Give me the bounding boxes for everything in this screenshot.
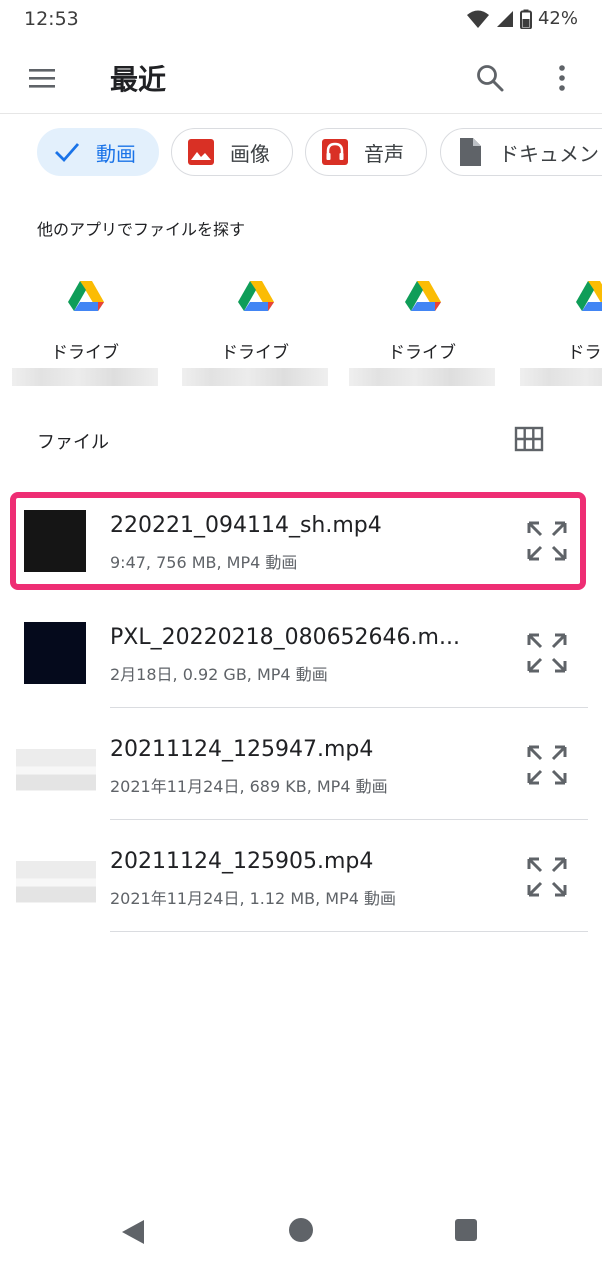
- account-blurred: [12, 368, 158, 386]
- google-drive-icon: [576, 281, 602, 311]
- chip-videos[interactable]: 動画: [37, 128, 159, 176]
- image-icon: [186, 137, 216, 167]
- file-name: PXL_20220218_080652646.m...: [110, 625, 460, 650]
- file-row[interactable]: 20211124_125905.mp4 2021年11月24日, 1.12 MB…: [0, 821, 602, 933]
- account-blurred: [349, 368, 495, 386]
- file-meta: 2021年11月24日, 1.12 MB, MP4 動画: [110, 889, 396, 908]
- files-heading: ファイル: [37, 432, 109, 453]
- search-button[interactable]: [470, 58, 510, 98]
- fullscreen-expand-icon: [527, 857, 567, 897]
- grid-view-icon: [514, 426, 544, 452]
- expand-preview-button[interactable]: [526, 744, 568, 786]
- other-apps-heading: 他のアプリでファイルを探す: [37, 220, 246, 239]
- menu-button[interactable]: [22, 58, 62, 98]
- recents-square-icon[interactable]: [455, 1219, 477, 1241]
- fullscreen-expand-icon: [527, 633, 567, 673]
- file-row[interactable]: PXL_20220218_080652646.m... 2月18日, 0.92 …: [0, 597, 602, 709]
- app-name: ドライブ: [51, 343, 119, 363]
- divider: [110, 931, 588, 932]
- app-name: ドライブ: [388, 343, 456, 363]
- chip-label: 音声: [364, 141, 404, 166]
- account-blurred: [182, 368, 328, 386]
- app-tile-drive[interactable]: ドライ: [518, 272, 602, 392]
- app-bar: 最近: [0, 40, 602, 114]
- document-icon: [455, 137, 485, 167]
- google-drive-icon: [238, 281, 274, 311]
- google-drive-icon: [405, 281, 441, 311]
- chip-label: 画像: [230, 141, 270, 166]
- file-name: 20211124_125905.mp4: [110, 849, 374, 874]
- chip-images[interactable]: 画像: [171, 128, 293, 176]
- app-name: ドライ: [567, 343, 602, 363]
- battery-icon: [519, 9, 532, 29]
- check-icon: [52, 137, 82, 167]
- expand-preview-button[interactable]: [526, 856, 568, 898]
- headphones-icon: [320, 137, 350, 167]
- chip-audio[interactable]: 音声: [305, 128, 427, 176]
- app-tile-drive[interactable]: ドライブ: [347, 272, 497, 392]
- file-row[interactable]: 20211124_125947.mp4 2021年11月24日, 689 KB,…: [0, 709, 602, 821]
- fullscreen-expand-icon: [527, 745, 567, 785]
- other-apps-row: ドライブ ドライブ ドライブ ドライ: [0, 272, 602, 392]
- chip-label: 動画: [96, 141, 136, 166]
- divider: [110, 707, 588, 708]
- selection-highlight: [10, 492, 586, 590]
- expand-preview-button[interactable]: [526, 632, 568, 674]
- status-bar: 12:53 42%: [0, 0, 602, 40]
- wifi-icon: [466, 10, 489, 28]
- status-time: 12:53: [24, 8, 79, 30]
- grid-view-button[interactable]: [512, 424, 546, 454]
- video-thumbnail: [16, 725, 96, 805]
- battery-percent: 42%: [537, 8, 578, 29]
- file-name: 20211124_125947.mp4: [110, 737, 374, 762]
- account-blurred: [520, 368, 602, 386]
- page-title: 最近: [110, 63, 167, 96]
- app-tile-drive[interactable]: ドライブ: [10, 272, 160, 392]
- status-icons: 42%: [466, 8, 578, 29]
- cellular-signal-icon: [496, 10, 513, 27]
- search-icon: [477, 65, 504, 92]
- divider: [110, 819, 588, 820]
- video-thumbnail: [24, 622, 86, 684]
- google-drive-icon: [68, 281, 104, 311]
- app-tile-drive[interactable]: ドライブ: [180, 272, 330, 392]
- hamburger-menu-icon: [29, 69, 55, 88]
- video-thumbnail: [16, 837, 96, 917]
- more-options-button[interactable]: [542, 58, 582, 98]
- system-nav-bar: [0, 1196, 602, 1270]
- more-vert-icon: [559, 65, 565, 91]
- app-name: ドライブ: [221, 343, 289, 363]
- file-meta: 2月18日, 0.92 GB, MP4 動画: [110, 665, 328, 684]
- home-circle-icon[interactable]: [289, 1218, 313, 1242]
- back-triangle-icon[interactable]: [120, 1218, 146, 1246]
- chip-label: ドキュメン: [499, 141, 599, 166]
- filter-chips: 動画 画像 音声 ドキュメン: [0, 128, 602, 178]
- file-meta: 2021年11月24日, 689 KB, MP4 動画: [110, 777, 388, 796]
- chip-documents[interactable]: ドキュメン: [440, 128, 602, 176]
